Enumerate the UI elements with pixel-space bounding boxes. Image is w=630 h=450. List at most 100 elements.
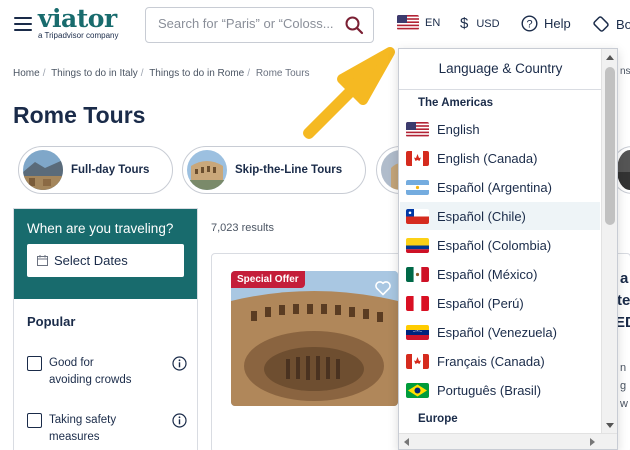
option-label: Português (Brasil) [437, 382, 542, 398]
breadcrumb-home[interactable]: Home [13, 68, 40, 79]
cutoff-text: g [620, 380, 627, 392]
language-option-espanol-mexico[interactable]: Español (México) [400, 260, 600, 288]
option-label: Español (Venezuela) [437, 324, 557, 340]
cutoff-title: a [620, 270, 629, 287]
logo-subtitle: a Tripadvisor company [38, 31, 119, 40]
chip-label: Full-day Tours [71, 164, 150, 176]
breadcrumb-italy[interactable]: Things to do in Italy [51, 68, 138, 79]
annotation-arrow-icon [303, 47, 395, 139]
option-label: Español (Perú) [437, 295, 524, 311]
special-offer-badge: Special Offer [231, 271, 305, 288]
cutoff-text: w [620, 398, 628, 410]
filter-label: Good for avoiding crowds [49, 357, 132, 386]
dropdown-vertical-scrollbar[interactable] [601, 49, 617, 434]
language-option-francais-canada[interactable]: Français (Canada) [400, 347, 600, 375]
heart-icon[interactable] [374, 279, 392, 297]
breadcrumb-rome[interactable]: Things to do in Rome [149, 68, 244, 79]
language-option-espanol-peru[interactable]: Español (Perú) [400, 289, 600, 317]
option-label: Français (Canada) [437, 353, 545, 369]
bookings-link[interactable]: Bo [592, 15, 630, 33]
canada-flag-icon [406, 150, 429, 166]
colombia-flag-icon [406, 237, 429, 253]
info-icon[interactable] [172, 356, 187, 371]
cutoff-text: n [620, 362, 627, 374]
breadcrumb: Home / Things to do in Italy / Things to d… [13, 68, 310, 79]
calendar-icon [37, 255, 48, 266]
section-americas: The Americas [418, 97, 493, 109]
language-option-english-canada[interactable]: English (Canada) [400, 144, 600, 172]
canada-flag-icon [406, 353, 429, 369]
mexico-flag-icon [406, 266, 429, 282]
avoid-crowds-checkbox[interactable] [27, 356, 42, 371]
svg-text:?: ? [526, 19, 532, 31]
info-icon[interactable] [172, 413, 187, 428]
language-option-espanol-chile[interactable]: Español (Chile) [400, 202, 600, 230]
skip-the-line-thumbnail [187, 150, 227, 190]
page-title: Rome Tours [13, 102, 146, 128]
option-label: Español (México) [437, 266, 538, 282]
menu-icon[interactable] [14, 17, 32, 31]
language-option-espanol-colombia[interactable]: Español (Colombia) [400, 231, 600, 259]
bookings-label: Bo [616, 16, 630, 32]
search-icon[interactable] [344, 15, 364, 35]
logo-text: viator [38, 4, 117, 33]
help-icon: ? [521, 15, 538, 32]
cutoff-title: te [617, 292, 630, 309]
chip-thumbnail [617, 150, 630, 190]
chip-label: Skip-the-Line Tours [235, 164, 343, 176]
scroll-left-icon[interactable] [404, 438, 409, 446]
us-flag-icon [397, 15, 419, 30]
us-flag-icon [406, 121, 429, 137]
help-label: Help [544, 16, 571, 31]
chip-full-day-tours[interactable]: Full-day Tours [18, 146, 173, 194]
scroll-up-icon[interactable] [606, 55, 614, 60]
argentina-flag-icon [406, 179, 429, 195]
results-count: 7,023 results [211, 222, 274, 234]
currency-selector[interactable]: $ USD [460, 15, 500, 32]
search-box [145, 7, 374, 43]
when-title: When are you traveling? [27, 221, 174, 236]
safety-measures-checkbox[interactable] [27, 413, 42, 428]
language-option-portugues-brasil[interactable]: Português (Brasil) [400, 376, 600, 404]
date-picker-panel: When are you traveling? Select Dates [14, 209, 197, 299]
brazil-flag-icon [406, 382, 429, 398]
peru-flag-icon [406, 295, 429, 311]
dollar-icon: $ [460, 15, 469, 32]
scrollbar-thumb[interactable] [605, 67, 615, 225]
ticket-icon [593, 16, 609, 32]
select-dates-label: Select Dates [54, 253, 128, 268]
chile-flag-icon [406, 208, 429, 224]
full-day-tours-thumbnail [23, 150, 63, 190]
select-dates-button[interactable]: Select Dates [27, 244, 184, 277]
scroll-right-icon[interactable] [590, 438, 595, 446]
help-link[interactable]: ? Help [521, 15, 571, 32]
filter-label: Taking safety measures [49, 414, 117, 443]
venezuela-flag-icon [406, 324, 429, 340]
language-code: EN [425, 16, 441, 29]
language-option-espanol-venezuela[interactable]: Español (Venezuela) [400, 318, 600, 346]
filters-sidebar: When are you traveling? Select Dates Pop… [13, 208, 198, 450]
search-input[interactable] [158, 16, 338, 31]
cutoff-text: ns? [620, 66, 630, 77]
chip-skip-the-line-tours[interactable]: Skip-the-Line Tours [182, 146, 366, 194]
option-label: Español (Colombia) [437, 237, 552, 253]
dropdown-horizontal-scrollbar[interactable] [399, 433, 617, 449]
language-option-english[interactable]: English [400, 115, 600, 143]
option-label: Español (Chile) [437, 208, 526, 224]
option-label: English (Canada) [437, 150, 538, 166]
option-label: English [437, 121, 480, 137]
filter-safety-measures: Taking safety measures [27, 412, 187, 446]
filter-avoid-crowds: Good for avoiding crowds [27, 355, 187, 389]
logo[interactable]: viator a Tripadvisor company [38, 4, 119, 41]
language-option-espanol-argentina[interactable]: Español (Argentina) [400, 173, 600, 201]
option-label: Español (Argentina) [437, 179, 552, 195]
divider [399, 89, 602, 90]
popular-heading: Popular [27, 314, 76, 329]
scroll-down-icon[interactable] [606, 423, 614, 428]
colosseum-image: Special Offer [231, 271, 398, 406]
dropdown-title: Language & Country [438, 61, 563, 76]
language-dropdown: Language & Country The Americas English … [398, 48, 618, 450]
currency-code: USD [476, 17, 500, 30]
section-europe: Europe [418, 413, 458, 425]
language-selector[interactable]: EN [397, 15, 440, 30]
